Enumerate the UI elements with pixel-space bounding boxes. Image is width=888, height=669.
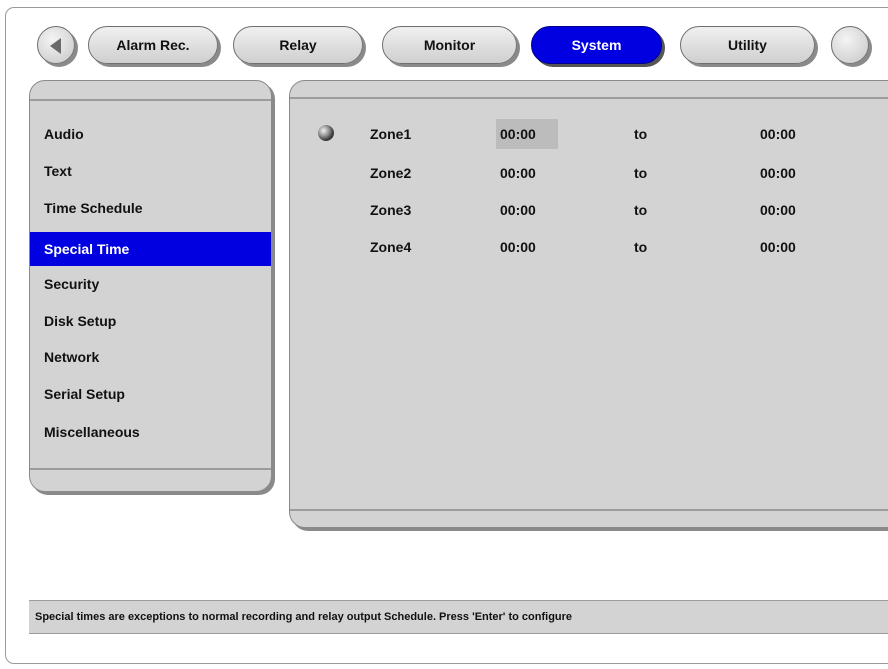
tab-system[interactable]: System bbox=[531, 26, 662, 64]
left-arrow-icon bbox=[50, 38, 61, 54]
menu-item-serial-setup[interactable]: Serial Setup bbox=[30, 377, 271, 411]
tab-alarm-rec[interactable]: Alarm Rec. bbox=[88, 26, 218, 64]
status-text: Special times are exceptions to normal r… bbox=[35, 611, 573, 623]
menu-item-audio[interactable]: Audio bbox=[30, 117, 271, 151]
zone-name: Zone3 bbox=[370, 202, 412, 218]
menu-divider-top bbox=[30, 99, 271, 101]
zone4-end-time[interactable]: 00:00 bbox=[760, 232, 796, 262]
zone-name: Zone2 bbox=[370, 165, 412, 181]
zone1-start-time[interactable]: 00:00 bbox=[496, 119, 558, 149]
zone-row-3: Zone3 00:00 to 00:00 bbox=[290, 195, 888, 225]
menu-item-disk-setup[interactable]: Disk Setup bbox=[30, 304, 271, 338]
menu-item-time-schedule[interactable]: Time Schedule bbox=[30, 191, 271, 225]
zone-row-4: Zone4 00:00 to 00:00 bbox=[290, 232, 888, 262]
zone-row-2: Zone2 00:00 to 00:00 bbox=[290, 158, 888, 188]
zone1-end-time[interactable]: 00:00 bbox=[760, 119, 796, 149]
menu-item-special-time[interactable]: Special Time bbox=[30, 232, 271, 266]
menu-item-miscellaneous[interactable]: Miscellaneous bbox=[30, 415, 271, 449]
zone-to-label: to bbox=[634, 239, 648, 255]
back-button[interactable] bbox=[37, 26, 75, 64]
zone3-end-time[interactable]: 00:00 bbox=[760, 195, 796, 225]
zone-to-label: to bbox=[634, 202, 648, 218]
zone-row-1: Zone1 00:00 to 00:00 bbox=[290, 119, 888, 149]
menu-divider-bottom bbox=[30, 468, 271, 470]
more-tabs-button[interactable] bbox=[831, 26, 869, 64]
tab-relay[interactable]: Relay bbox=[233, 26, 363, 64]
content-divider-bottom bbox=[290, 509, 888, 511]
zone4-start-time[interactable]: 00:00 bbox=[500, 232, 536, 262]
tab-monitor[interactable]: Monitor bbox=[382, 26, 517, 64]
system-menu-panel: Audio Text Time Schedule Special Time Se… bbox=[29, 80, 272, 492]
zone2-end-time[interactable]: 00:00 bbox=[760, 158, 796, 188]
menu-item-text[interactable]: Text bbox=[30, 154, 271, 188]
zone-name: Zone4 bbox=[370, 239, 412, 255]
zone-to-label: to bbox=[634, 165, 648, 181]
status-bar: Special times are exceptions to normal r… bbox=[29, 600, 888, 634]
menu-item-network[interactable]: Network bbox=[30, 340, 271, 374]
zone3-start-time[interactable]: 00:00 bbox=[500, 195, 536, 225]
zone-name: Zone1 bbox=[370, 126, 412, 142]
zone2-start-time[interactable]: 00:00 bbox=[500, 158, 536, 188]
special-time-panel: Zone1 00:00 to 00:00 Zone2 00:00 to 00:0… bbox=[289, 80, 888, 528]
tab-utility[interactable]: Utility bbox=[680, 26, 815, 64]
menu-item-security[interactable]: Security bbox=[30, 267, 271, 301]
zone-to-label: to bbox=[634, 126, 648, 142]
content-divider-top bbox=[290, 97, 888, 99]
